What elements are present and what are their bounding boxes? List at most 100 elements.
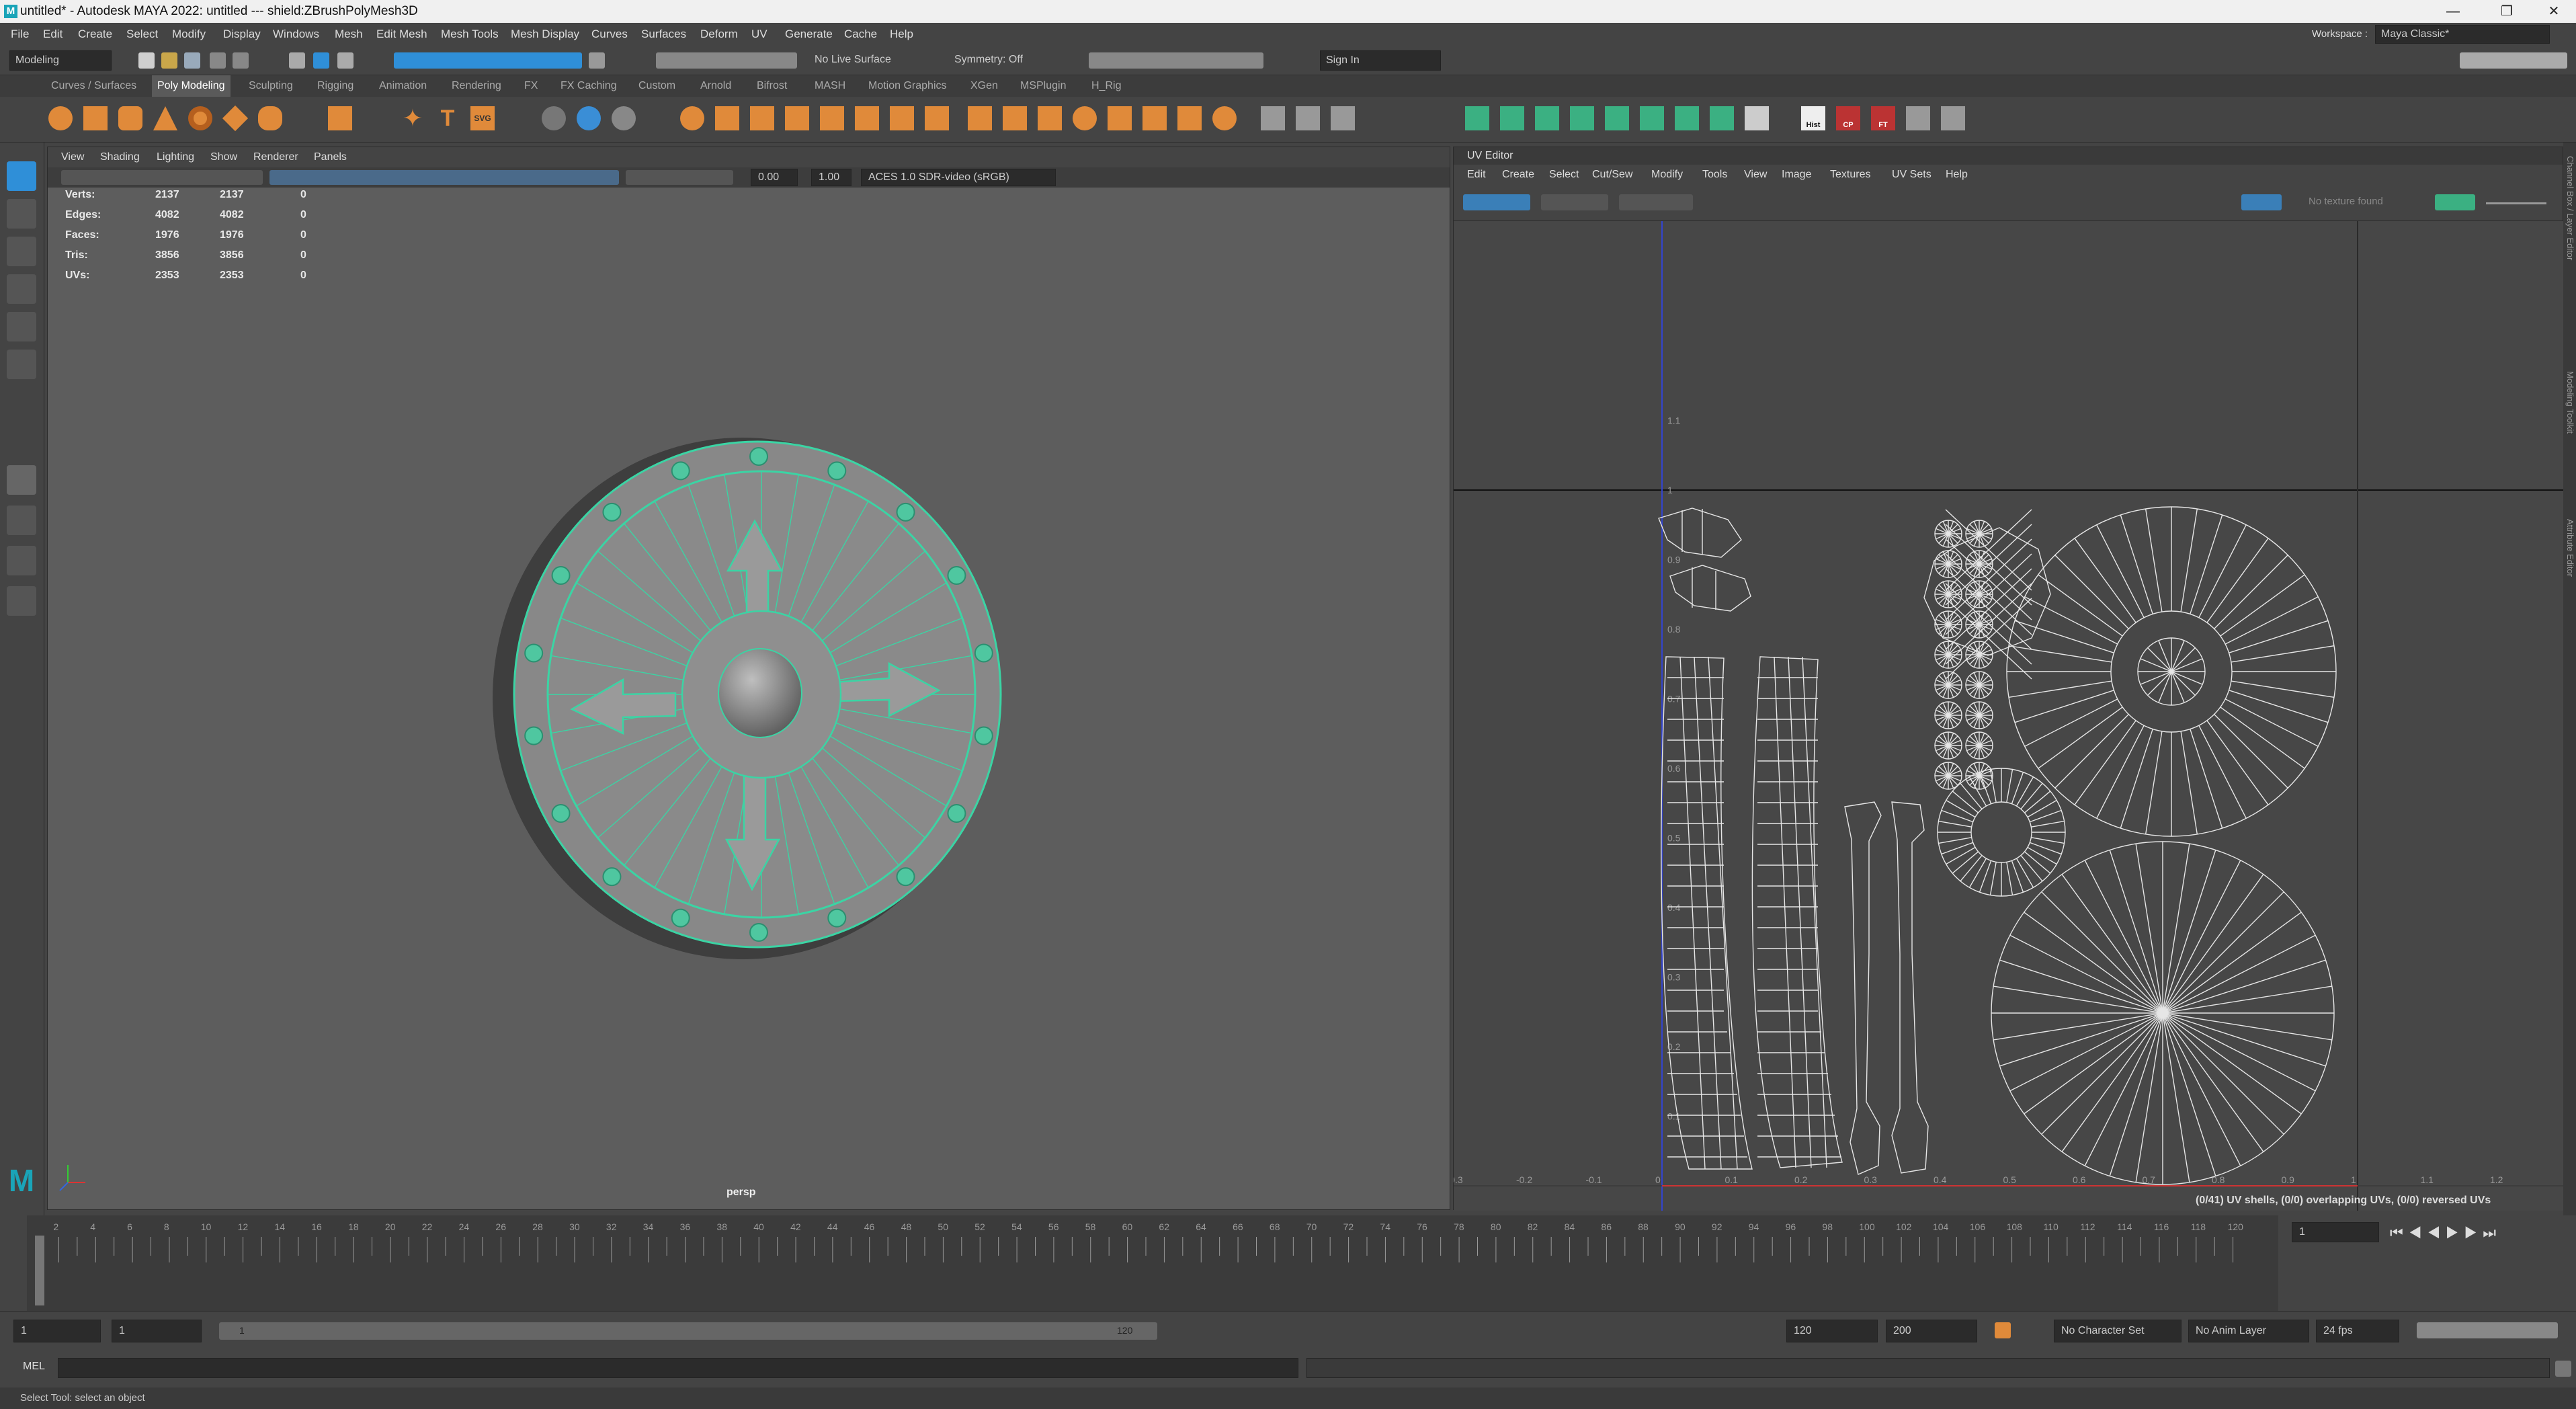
- bridge-icon[interactable]: [1003, 106, 1027, 130]
- menu-cache[interactable]: Cache: [844, 23, 877, 46]
- uv-planar-icon[interactable]: [1465, 106, 1489, 130]
- target-weld-icon[interactable]: [1331, 106, 1355, 130]
- uv-menu-cut-sew[interactable]: Cut/Sew: [1592, 165, 1632, 185]
- shelf-tab-fx[interactable]: FX: [524, 75, 538, 97]
- shelf-tab-sculpting[interactable]: Sculpting: [249, 75, 293, 97]
- uv-spherical-icon[interactable]: [1535, 106, 1559, 130]
- menu-set-dropdown[interactable]: Modeling: [9, 50, 112, 71]
- menu-select[interactable]: Select: [126, 23, 158, 46]
- auto-key-icon[interactable]: [1995, 1322, 2011, 1338]
- playback-options-group[interactable]: [2417, 1322, 2558, 1338]
- uv-selection-mode-group[interactable]: [1463, 194, 1530, 210]
- lasso-tool-icon[interactable]: [7, 199, 36, 229]
- reduce-icon[interactable]: [612, 106, 636, 130]
- playback-end-field[interactable]: 120: [1786, 1320, 1878, 1342]
- menu-create[interactable]: Create: [78, 23, 112, 46]
- single-perspective-layout-icon[interactable]: [7, 465, 36, 495]
- uv-canvas[interactable]: -0.3-0.2-0.100.10.20.30.40.50.60.70.80.9…: [1454, 221, 2564, 1211]
- shelf-tab-fx-caching[interactable]: FX Caching: [560, 75, 617, 97]
- separate-icon[interactable]: [715, 106, 739, 130]
- uv-menu-create[interactable]: Create: [1502, 165, 1534, 185]
- paint-select-icon[interactable]: [7, 237, 36, 266]
- shelf-tab-msplugin[interactable]: MSPlugin: [1020, 75, 1066, 97]
- poly-plane-icon[interactable]: [222, 105, 249, 132]
- shelf-tab-curves-surfaces[interactable]: Curves / Surfaces: [51, 75, 136, 97]
- select-tool-icon[interactable]: [7, 161, 36, 191]
- poly-disc-icon[interactable]: [258, 106, 282, 130]
- new-scene-icon[interactable]: [138, 52, 155, 69]
- menu-surfaces[interactable]: Surfaces: [641, 23, 686, 46]
- combine-icon[interactable]: [680, 106, 704, 130]
- freeze-transform-button[interactable]: FT: [1871, 106, 1895, 130]
- sign-in-dropdown[interactable]: Sign In: [1320, 50, 1441, 71]
- boolean-icon[interactable]: [820, 106, 844, 130]
- start-time-field[interactable]: 1: [13, 1320, 101, 1342]
- redo-icon[interactable]: [233, 52, 249, 69]
- uv-image-display-icon[interactable]: [2241, 194, 2282, 210]
- symmetry-label[interactable]: Symmetry: Off: [954, 54, 1023, 66]
- outliner-icon[interactable]: [7, 586, 36, 616]
- uv-menu-view[interactable]: View: [1744, 165, 1767, 185]
- uv-menu-help[interactable]: Help: [1946, 165, 1968, 185]
- poke-icon[interactable]: [1073, 106, 1097, 130]
- shelf-tab-motion-graphics[interactable]: Motion Graphics: [868, 75, 947, 97]
- perspective-viewport[interactable]: View Shading Lighting Show Renderer Pane…: [47, 147, 1450, 1210]
- attribute-editor-tab[interactable]: Attribute Editor: [2565, 519, 2575, 653]
- select-object-icon[interactable]: [313, 52, 329, 69]
- center-pivot-button[interactable]: CP: [1836, 106, 1860, 130]
- poly-cylinder-icon[interactable]: [118, 106, 142, 130]
- character-set-dropdown[interactable]: No Character Set: [2054, 1320, 2182, 1342]
- mel-label[interactable]: MEL: [23, 1361, 45, 1373]
- move-tool-icon[interactable]: [7, 274, 36, 304]
- snap-to-grid-icon[interactable]: [1906, 106, 1930, 130]
- menu-help[interactable]: Help: [890, 23, 913, 46]
- script-editor-icon[interactable]: [2555, 1361, 2571, 1377]
- menu-curves[interactable]: Curves: [591, 23, 628, 46]
- uv-menu-select[interactable]: Select: [1549, 165, 1579, 185]
- undo-icon[interactable]: [210, 52, 226, 69]
- poly-cube-icon[interactable]: [83, 106, 108, 130]
- four-view-layout-icon[interactable]: [7, 506, 36, 535]
- shelf-tab-rendering[interactable]: Rendering: [452, 75, 501, 97]
- extrude-icon[interactable]: [968, 106, 992, 130]
- uv-unfold-icon[interactable]: [1640, 106, 1664, 130]
- animation-end-field[interactable]: 200: [1886, 1320, 1977, 1342]
- uv-dim-slider[interactable]: [2486, 202, 2546, 204]
- poly-cone-icon[interactable]: [153, 106, 177, 130]
- sphere-wire-icon[interactable]: [542, 106, 566, 130]
- uv-camera-icon[interactable]: [1605, 106, 1629, 130]
- restore-button[interactable]: ❐: [2487, 0, 2527, 23]
- shield-mesh[interactable]: [48, 147, 1451, 1211]
- animation-start-field[interactable]: 1: [112, 1320, 202, 1342]
- poly-sphere-icon[interactable]: [48, 106, 73, 130]
- offset-loop-icon[interactable]: [1177, 106, 1202, 130]
- anim-layer-dropdown[interactable]: No Anim Layer: [2188, 1320, 2309, 1342]
- svg-tool-icon[interactable]: SVG: [470, 106, 495, 130]
- menu-generate[interactable]: Generate: [785, 23, 833, 46]
- multi-cut-icon[interactable]: [1261, 106, 1285, 130]
- range-slider[interactable]: 1 120: [219, 1322, 1157, 1340]
- menu-deform[interactable]: Deform: [700, 23, 738, 46]
- super-shape-icon[interactable]: ✦: [401, 106, 425, 130]
- shelf-tab-custom[interactable]: Custom: [638, 75, 675, 97]
- mel-input[interactable]: [58, 1358, 1298, 1378]
- menu-display[interactable]: Display: [223, 23, 261, 46]
- menu-modify[interactable]: Modify: [172, 23, 206, 46]
- remesh-icon[interactable]: [855, 106, 879, 130]
- channel-box-tab[interactable]: Channel Box / Layer Editor: [2565, 156, 2575, 358]
- smooth-mesh-icon[interactable]: [785, 106, 809, 130]
- circularize-icon[interactable]: [1212, 106, 1237, 130]
- menu-mesh-tools[interactable]: Mesh Tools: [441, 23, 499, 46]
- platonic-solid-icon[interactable]: [328, 106, 352, 130]
- selection-mask-group[interactable]: [394, 52, 582, 69]
- wedge-icon[interactable]: [1108, 106, 1132, 130]
- menu-windows[interactable]: Windows: [273, 23, 319, 46]
- uv-display-toggles-group[interactable]: [1619, 194, 1693, 210]
- shelf-tab-h-rig[interactable]: H_Rig: [1091, 75, 1121, 97]
- menu-uv[interactable]: UV: [751, 23, 767, 46]
- modeling-toolkit-tab[interactable]: Modeling Toolkit: [2565, 371, 2575, 506]
- uv-grid-toggle-group[interactable]: [1541, 194, 1608, 210]
- mirror-icon[interactable]: [750, 106, 774, 130]
- shelf-tab-rigging[interactable]: Rigging: [317, 75, 354, 97]
- bevel-icon[interactable]: [1038, 106, 1062, 130]
